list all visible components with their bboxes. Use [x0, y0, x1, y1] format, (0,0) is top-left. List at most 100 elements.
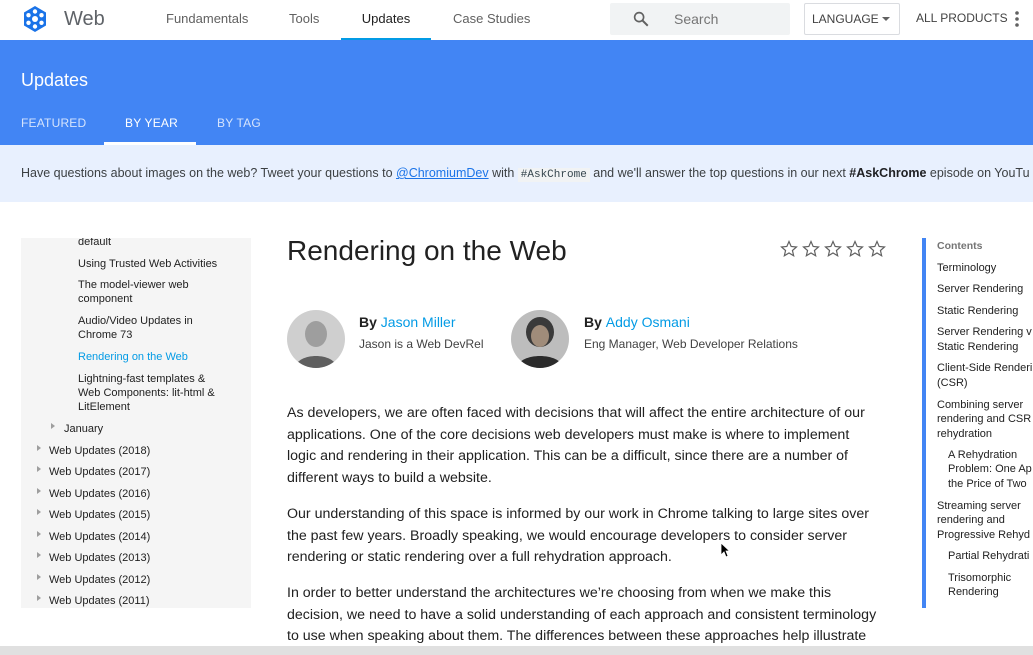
chevron-right-icon[interactable] — [37, 488, 41, 494]
brand-title[interactable]: Web — [64, 8, 105, 31]
author-role: Jason is a Web DevRel — [359, 337, 484, 351]
chevron-right-icon[interactable] — [37, 531, 41, 537]
chevron-right-icon[interactable] — [37, 509, 41, 515]
nav-item-audio-video-cont[interactable]: Chrome 73 — [78, 328, 132, 342]
chevron-right-icon[interactable] — [51, 423, 55, 429]
star-outline-icon[interactable] — [846, 240, 864, 258]
paragraph-line: to use when speaking about them. The dif… — [287, 628, 867, 644]
toc-item-rehydration-problem-cont2[interactable]: the Price of Two — [948, 477, 1033, 492]
chevron-right-icon[interactable] — [37, 574, 41, 580]
nav-item-lightning-fast-cont[interactable]: Web Components: lit-html & — [78, 386, 215, 400]
toc-item-partial-rehydration[interactable]: Partial Rehydrati — [948, 549, 1033, 564]
search-input[interactable] — [674, 11, 784, 27]
author-byline: By Addy Osmani — [584, 314, 690, 330]
announcement-text: Have questions about images on the web? … — [21, 166, 1030, 182]
rating-stars[interactable] — [780, 240, 886, 260]
star-outline-icon[interactable] — [824, 240, 842, 258]
mouse-cursor-icon — [720, 542, 730, 558]
author-role: Eng Manager, Web Developer Relations — [584, 337, 798, 351]
chevron-right-icon[interactable] — [37, 595, 41, 601]
paragraph-line: the past few years. Broadly speaking, we… — [287, 527, 847, 544]
tab-by-year[interactable]: BY YEAR — [125, 116, 178, 145]
author-photo-icon — [511, 310, 569, 368]
toc-item-trisomorphic-cont[interactable]: Rendering — [948, 585, 1033, 600]
nav-fundamentals[interactable]: Fundamentals — [166, 0, 248, 40]
nav-tools[interactable]: Tools — [289, 0, 319, 40]
chevron-right-icon[interactable] — [37, 466, 41, 472]
author-link-jason-miller[interactable]: Jason Miller — [381, 314, 456, 330]
toc-item-server-rendering[interactable]: Server Rendering — [937, 282, 1033, 297]
askchrome-code: #AskChrome — [517, 168, 590, 182]
toc-item-combining-cont[interactable]: rendering and CSR — [937, 412, 1033, 427]
toc-item-rehydration-problem-cont[interactable]: Problem: One Ap — [948, 462, 1033, 477]
chevron-down-icon — [882, 17, 890, 21]
more-vert-icon[interactable] — [1014, 10, 1020, 28]
nav-item-web-updates-2011[interactable]: Web Updates (2011) — [49, 594, 149, 608]
nav-item-default[interactable]: default — [78, 238, 111, 249]
nav-item-web-updates-2018[interactable]: Web Updates (2018) — [49, 444, 150, 458]
star-outline-icon[interactable] — [868, 240, 886, 258]
section-title: Updates — [21, 70, 89, 90]
toc-item-server-vs-static[interactable]: Server Rendering v — [937, 325, 1033, 340]
nav-item-january[interactable]: January — [64, 422, 103, 436]
nav-item-web-updates-2012[interactable]: Web Updates (2012) — [49, 573, 150, 587]
author-link-addy-osmani[interactable]: Addy Osmani — [606, 314, 690, 330]
announcement-suffix: episode on YouTu — [926, 166, 1030, 180]
nav-item-lightning-fast[interactable]: Lightning-fast templates & — [78, 372, 205, 386]
paragraph-line: logic and rendering in their application… — [287, 448, 849, 464]
toc-item-terminology[interactable]: Terminology — [937, 261, 1033, 276]
paragraph-line: rendering or static rendering over a ful… — [287, 549, 672, 565]
toc-item-server-vs-static-cont[interactable]: Static Rendering — [937, 340, 1033, 355]
language-label: LANGUAGE — [812, 12, 879, 26]
toc-item-static-rendering[interactable]: Static Rendering — [937, 304, 1033, 319]
article-title: Rendering on the Web — [287, 235, 567, 266]
nav-item-model-viewer-cont[interactable]: component — [78, 292, 132, 306]
nav-case-studies[interactable]: Case Studies — [453, 0, 530, 40]
nav-item-web-updates-2014[interactable]: Web Updates (2014) — [49, 530, 150, 544]
paragraph-line: different ways to build a website. — [287, 469, 492, 486]
page-bottom-edge — [0, 646, 1033, 655]
search-box[interactable] — [610, 3, 790, 35]
nav-item-rendering-on-the-web[interactable]: Rendering on the Web — [78, 350, 188, 364]
chevron-right-icon[interactable] — [37, 552, 41, 558]
toc-item-csr-cont[interactable]: (CSR) — [937, 376, 1033, 391]
paragraph-line: applications. One of the core decisions … — [287, 426, 850, 443]
nav-item-web-updates-2013[interactable]: Web Updates (2013) — [49, 551, 150, 565]
toc-item-rehydration-problem[interactable]: A Rehydration — [948, 448, 1033, 463]
toc-item-combining[interactable]: Combining server — [937, 398, 1033, 413]
tab-featured[interactable]: FEATURED — [21, 116, 86, 145]
toc-item-combining-cont2[interactable]: rehydration — [937, 427, 1033, 442]
web-logo-icon[interactable] — [21, 5, 49, 33]
nav-item-trusted-web-activities[interactable]: Using Trusted Web Activities — [78, 257, 217, 271]
article-paragraph: In order to better understand the archit… — [287, 583, 887, 648]
nav-updates[interactable]: Updates — [341, 0, 431, 40]
chevron-right-icon[interactable] — [37, 445, 41, 451]
paragraph-line: Our understanding of this space is infor… — [287, 506, 869, 522]
toc-item-trisomorphic[interactable]: Trisomorphic — [948, 571, 1033, 586]
language-select[interactable]: LANGUAGE — [804, 3, 900, 35]
nav-item-web-updates-2017[interactable]: Web Updates (2017) — [49, 465, 150, 479]
nav-item-web-updates-2016[interactable]: Web Updates (2016) — [49, 487, 150, 501]
by-label: By — [359, 314, 377, 330]
nav-item-web-updates-2015[interactable]: Web Updates (2015) — [49, 508, 150, 522]
toc-item-streaming-cont2[interactable]: Progressive Rehyd — [937, 528, 1033, 543]
star-outline-icon[interactable] — [780, 240, 798, 258]
by-label: By — [584, 314, 602, 330]
toc-item-streaming-cont[interactable]: rendering and — [937, 513, 1033, 528]
author-byline: By Jason Miller — [359, 314, 456, 330]
nav-item-audio-video[interactable]: Audio/Video Updates in — [78, 314, 193, 328]
article-paragraph: As developers, we are often faced with d… — [287, 403, 887, 489]
chromiumdev-link[interactable]: @ChromiumDev — [396, 166, 489, 180]
toc-item-csr[interactable]: Client-Side Renderi — [937, 361, 1033, 376]
askchrome-bold: #AskChrome — [849, 166, 927, 180]
nav-item-lightning-fast-cont2[interactable]: LitElement — [78, 400, 130, 414]
nav-item-model-viewer[interactable]: The model-viewer web — [78, 278, 189, 292]
avatar — [287, 310, 345, 368]
star-outline-icon[interactable] — [802, 240, 820, 258]
author-photo-icon — [287, 310, 345, 368]
toc-item-streaming[interactable]: Streaming server — [937, 499, 1033, 514]
tab-by-tag[interactable]: BY TAG — [217, 116, 261, 145]
toc-rule — [922, 238, 926, 608]
all-products-button[interactable]: ALL PRODUCTS — [916, 11, 1008, 25]
search-icon[interactable] — [632, 10, 650, 28]
